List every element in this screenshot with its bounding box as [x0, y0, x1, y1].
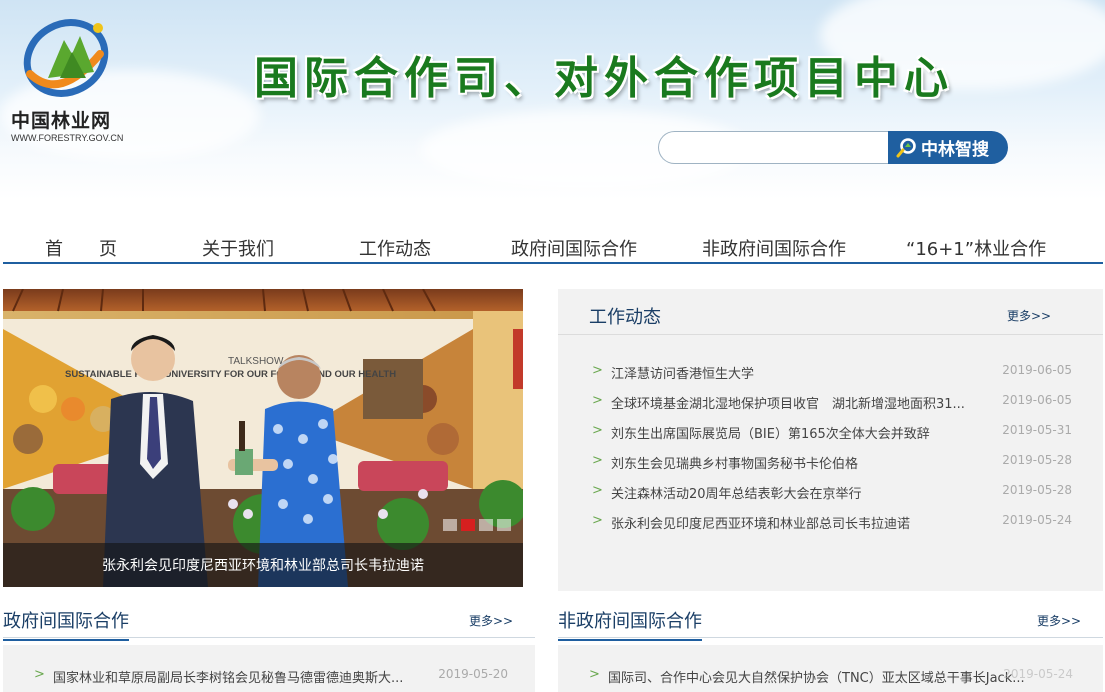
gov-cooperation-title: 政府间国际合作: [3, 607, 129, 641]
slide-dot-active[interactable]: [461, 519, 475, 531]
forestry-logo-icon: [23, 19, 109, 97]
list-item-title[interactable]: 国家林业和草原局副局长李树铭会见秘鲁马德雷德迪奥斯大...: [53, 667, 428, 686]
list-item-title[interactable]: 江泽慧访问香港恒生大学: [611, 363, 991, 382]
ngo-cooperation-list: > 国际司、合作中心会见大自然保护协会（TNC）亚太区域总干事长Jack... 20…: [589, 667, 1073, 692]
list-item[interactable]: > 刘东生出席国际展览局（BIE）第165次全体大会并致辞 2019-05-31: [592, 423, 1072, 453]
chevron-right-icon: >: [592, 513, 603, 528]
gov-cooperation-list: > 国家林业和草原局副局长李树铭会见秘鲁马德雷德迪奥斯大... 2019-05-20: [34, 667, 508, 692]
list-item-date: 2019-06-05: [1002, 363, 1072, 377]
logo-domain: WWW.FORESTRY.GOV.CN: [11, 133, 124, 143]
nav-item-about[interactable]: 关于我们: [202, 235, 274, 261]
chevron-right-icon: >: [592, 363, 603, 378]
slide-indicators: [443, 519, 511, 531]
search-button-label: 中林智搜: [921, 140, 989, 160]
list-item-title[interactable]: 刘东生出席国际展览局（BIE）第165次全体大会并致辞: [611, 423, 991, 442]
site-header: 中国林业网 WWW.FORESTRY.GOV.CN 国际合作司、对外合作项目中心…: [0, 0, 1105, 200]
list-item[interactable]: > 国际司、合作中心会见大自然保护协会（TNC）亚太区域总干事长Jack... 20…: [589, 667, 1073, 692]
work-news-header: 工作动态 更多>>: [558, 289, 1103, 335]
gov-cooperation-panel: > 国家林业和草原局副局长李树铭会见秘鲁马德雷德迪奥斯大... 2019-05-20: [3, 645, 535, 692]
page-title: 国际合作司、对外合作项目中心: [254, 53, 954, 104]
slide-caption-text[interactable]: 张永利会见印度尼西亚环境和林业部总司长韦拉迪诺: [102, 555, 424, 575]
main-nav: 首 页 关于我们 工作动态 政府间国际合作 非政府间国际合作 “16+1”林业合…: [3, 230, 1103, 264]
ngo-cooperation-panel: > 国际司、合作中心会见大自然保护协会（TNC）亚太区域总干事长Jack... 20…: [558, 645, 1103, 692]
list-item[interactable]: > 全球环境基金湖北湿地保护项目收官 湖北新增湿地面积31... 2019-06-0…: [592, 393, 1072, 423]
chevron-right-icon: >: [34, 667, 45, 682]
ngo-cooperation-title: 非政府间国际合作: [558, 607, 702, 641]
list-item-title[interactable]: 刘东生会见瑞典乡村事物国务秘书卡伦伯格: [611, 453, 991, 472]
logo-chinese-name: 中国林业网: [11, 110, 112, 132]
list-item-title[interactable]: 全球环境基金湖北湿地保护项目收官 湖北新增湿地面积31...: [611, 393, 991, 412]
list-item-date: 2019-05-28: [1002, 453, 1072, 467]
list-item-title[interactable]: 关注森林活动20周年总结表彰大会在京举行: [611, 483, 991, 502]
list-item[interactable]: > 刘东生会见瑞典乡村事物国务秘书卡伦伯格 2019-05-28: [592, 453, 1072, 483]
chevron-right-icon: >: [592, 453, 603, 468]
list-item[interactable]: > 关注森林活动20周年总结表彰大会在京举行 2019-05-28: [592, 483, 1072, 513]
work-news-title: 工作动态: [589, 307, 661, 328]
list-item-date: 2019-05-20: [438, 667, 508, 681]
work-news-panel: 工作动态 更多>> > 江泽慧访问香港恒生大学 2019-06-05 > 全球环境基金…: [558, 289, 1103, 591]
work-news-more-link[interactable]: 更多>>: [1007, 307, 1051, 324]
nav-item-work-news[interactable]: 工作动态: [359, 235, 431, 261]
search-icon: [896, 137, 916, 157]
chevron-right-icon: >: [592, 423, 603, 438]
nav-item-ngo-cooperation[interactable]: 非政府间国际合作: [702, 235, 846, 261]
nav-item-gov-cooperation[interactable]: 政府间国际合作: [511, 235, 637, 261]
list-item-date: 2019-06-05: [1002, 393, 1072, 407]
slide-dot[interactable]: [479, 519, 493, 531]
chevron-right-icon: >: [589, 667, 600, 682]
backdrop-text: TALKSHOW: [228, 356, 284, 367]
slide-dot[interactable]: [443, 519, 457, 531]
gov-cooperation-more-link[interactable]: 更多>>: [469, 612, 513, 629]
nav-item-home[interactable]: 首 页: [45, 235, 117, 261]
list-item[interactable]: > 江泽慧访问香港恒生大学 2019-06-05: [592, 363, 1072, 393]
chevron-right-icon: >: [592, 393, 603, 408]
news-slideshow[interactable]: TALKSHOW SUSTAINABLE FOOD UNIVERSITY FOR…: [3, 289, 523, 587]
search-input[interactable]: [658, 131, 892, 164]
list-item-date: 2019-05-31: [1002, 423, 1072, 437]
site-logo[interactable]: 中国林业网 WWW.FORESTRY.GOV.CN: [10, 12, 123, 143]
list-item-title[interactable]: 张永利会见印度尼西亚环境和林业部总司长韦拉迪诺: [611, 513, 991, 532]
list-item[interactable]: > 国家林业和草原局副局长李树铭会见秘鲁马德雷德迪奥斯大... 2019-05-20: [34, 667, 508, 692]
slide-caption[interactable]: 张永利会见印度尼西亚环境和林业部总司长韦拉迪诺: [3, 543, 523, 587]
nav-item-16plus1[interactable]: “16+1”林业合作: [906, 235, 1046, 261]
list-item-date: 2019-05-24: [1003, 667, 1073, 681]
list-item-title[interactable]: 国际司、合作中心会见大自然保护协会（TNC）亚太区域总干事长Jack...: [608, 667, 1053, 686]
list-item-date: 2019-05-28: [1002, 483, 1072, 497]
list-item[interactable]: > 张永利会见印度尼西亚环境和林业部总司长韦拉迪诺 2019-05-24: [592, 513, 1072, 543]
chevron-right-icon: >: [592, 483, 603, 498]
work-news-list: > 江泽慧访问香港恒生大学 2019-06-05 > 全球环境基金湖北湿地保护项目收官…: [592, 363, 1072, 543]
backdrop-text: SUSTAINABLE FOOD UNIVERSITY FOR OUR FORE…: [65, 369, 396, 380]
list-item-date: 2019-05-24: [1002, 513, 1072, 527]
ngo-cooperation-more-link[interactable]: 更多>>: [1037, 612, 1081, 629]
search-button[interactable]: 中林智搜: [888, 131, 1008, 164]
slide-dot[interactable]: [497, 519, 511, 531]
